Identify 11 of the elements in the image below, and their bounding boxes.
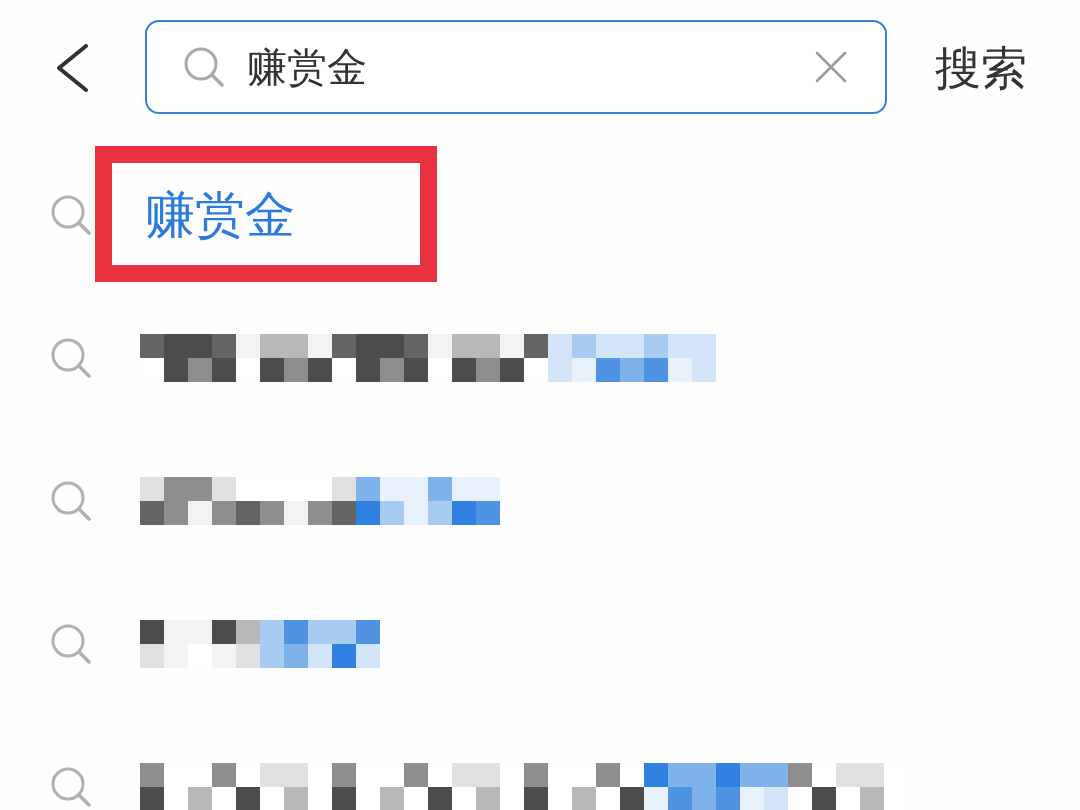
back-icon[interactable]: [55, 44, 89, 92]
search-icon: [50, 480, 92, 521]
search-icon: [183, 47, 225, 87]
search-icon: [50, 766, 92, 807]
search-icon: [50, 623, 92, 664]
clear-icon[interactable]: [815, 51, 847, 83]
search-button[interactable]: 搜索: [933, 38, 1029, 98]
search-field[interactable]: 赚赏金: [145, 20, 887, 114]
search-icon: [50, 194, 92, 235]
suggestion-text[interactable]: 赚赏金: [145, 183, 295, 246]
search-icon: [50, 337, 92, 378]
